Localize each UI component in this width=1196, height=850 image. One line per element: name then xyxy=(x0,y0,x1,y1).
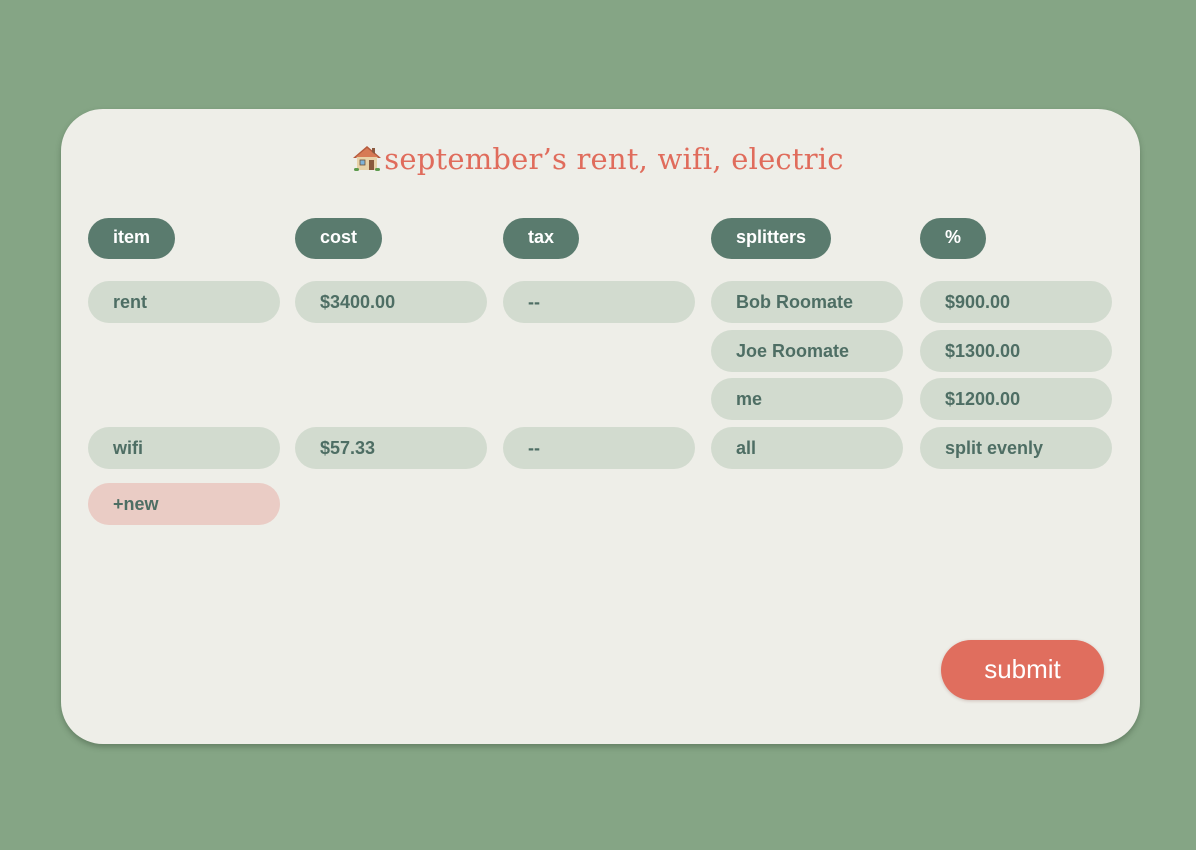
splitter-field[interactable]: all xyxy=(711,427,903,469)
house-icon xyxy=(352,144,382,179)
page-title: september’s rent, wifi, electric xyxy=(0,142,1196,179)
item-field[interactable]: rent xyxy=(88,281,280,323)
tax-field[interactable]: -- xyxy=(503,427,695,469)
splitter-field[interactable]: me xyxy=(711,378,903,420)
column-header-cost: cost xyxy=(295,218,383,259)
item-field[interactable]: wifi xyxy=(88,427,280,469)
split-amount-field[interactable]: $900.00 xyxy=(920,281,1112,323)
split-amount-field[interactable]: $1200.00 xyxy=(920,378,1112,420)
column-header-percent: % xyxy=(920,218,987,259)
cost-field[interactable]: $57.33 xyxy=(295,427,487,469)
title-text: september’s rent, wifi, electric xyxy=(384,142,844,176)
split-amount-field[interactable]: split evenly xyxy=(920,427,1112,469)
splitter-field[interactable]: Joe Roomate xyxy=(711,330,903,372)
column-header-splitters: splitters xyxy=(711,218,832,259)
cost-field[interactable]: $3400.00 xyxy=(295,281,487,323)
submit-button[interactable]: submit xyxy=(941,640,1104,700)
column-header-item: item xyxy=(88,218,176,259)
column-header-tax: tax xyxy=(503,218,580,259)
splitter-field[interactable]: Bob Roomate xyxy=(711,281,903,323)
add-item-button[interactable]: +new xyxy=(88,483,280,525)
split-amount-field[interactable]: $1300.00 xyxy=(920,330,1112,372)
tax-field[interactable]: -- xyxy=(503,281,695,323)
